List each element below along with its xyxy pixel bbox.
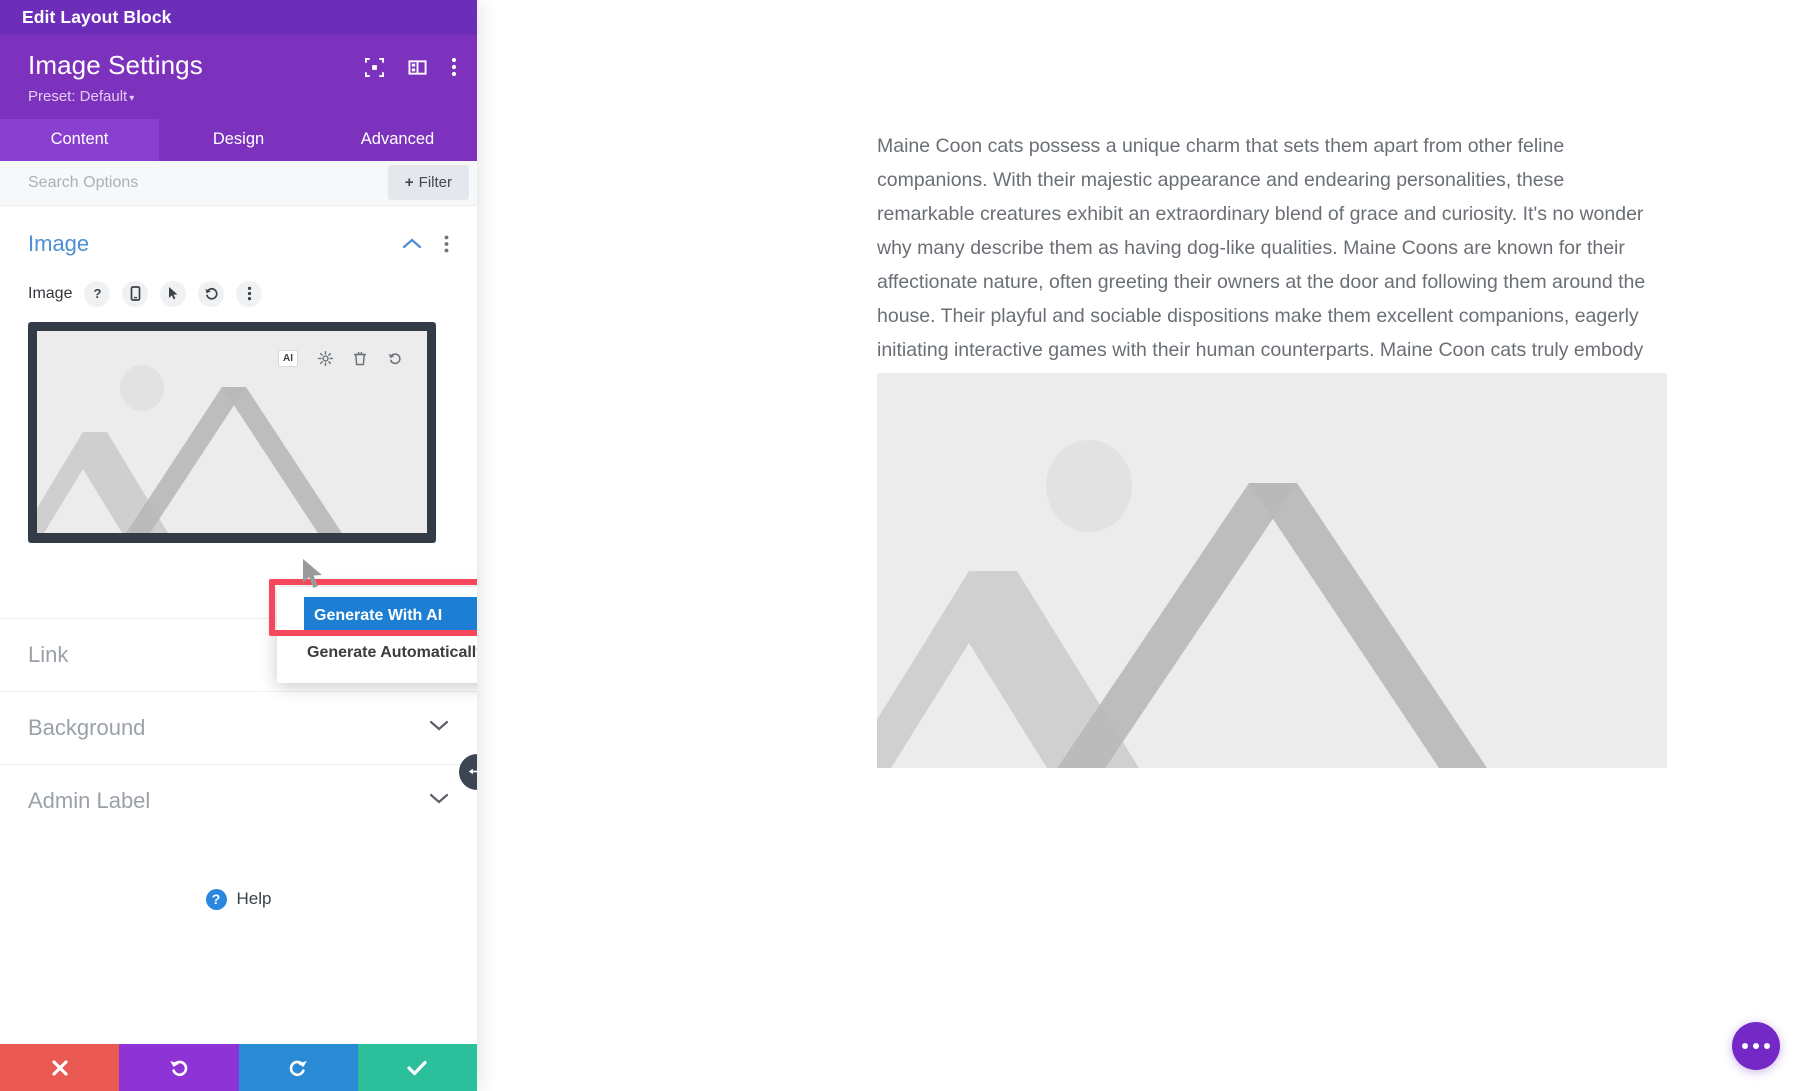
- chevron-down-icon: ▾: [129, 92, 135, 104]
- save-button[interactable]: [357, 1044, 477, 1091]
- panel-layout-icon[interactable]: [408, 58, 427, 77]
- preset-label: Preset: Default: [28, 87, 128, 105]
- settings-gear-icon[interactable]: [318, 350, 333, 366]
- main-placeholder-image[interactable]: [877, 373, 1667, 768]
- reset-icon[interactable]: [198, 280, 225, 307]
- search-input[interactable]: [28, 173, 288, 192]
- redo-icon: [289, 1060, 307, 1076]
- settings-body: Image Image ? AI Generate With AI Genera…: [0, 205, 477, 1044]
- delete-trash-icon[interactable]: [353, 351, 367, 366]
- fab-dot-icon: [1742, 1043, 1748, 1049]
- sidebar-action-bar: [0, 1044, 477, 1091]
- redo-button[interactable]: [238, 1044, 358, 1091]
- help-icon[interactable]: ?: [84, 280, 111, 307]
- help-button[interactable]: ? Help: [0, 888, 477, 910]
- plus-icon: +: [404, 174, 414, 192]
- chevron-down-icon: [429, 719, 449, 737]
- focus-icon[interactable]: [365, 57, 384, 77]
- chevron-down-icon: [429, 792, 449, 810]
- image-preview-thumbnail[interactable]: AI: [28, 321, 436, 543]
- image-section: Image Image ? AI: [0, 206, 477, 543]
- more-vertical-icon[interactable]: [451, 57, 457, 77]
- search-bar: +Filter: [0, 160, 477, 206]
- settings-sidebar: Edit Layout Block Image Settings Preset:…: [0, 0, 477, 1091]
- tab-design[interactable]: Design: [159, 119, 318, 161]
- image-section-title: Image: [28, 230, 90, 256]
- menu-item-generate-with-ai[interactable]: Generate With AI: [304, 596, 477, 635]
- window-title: Edit Layout Block: [22, 7, 172, 27]
- menu-item-generate-automatically[interactable]: Generate Automatically: [277, 634, 477, 671]
- accordion-background-label: Background: [28, 714, 146, 740]
- tab-advanced[interactable]: Advanced: [318, 119, 477, 161]
- help-icon: ?: [205, 888, 227, 910]
- check-icon: [407, 1060, 427, 1075]
- accordion-background[interactable]: Background: [0, 690, 477, 764]
- tab-content[interactable]: Content: [0, 118, 159, 161]
- window-titlebar: Edit Layout Block: [0, 0, 477, 35]
- sidebar-header: Image Settings Preset: Default ▾: [0, 35, 477, 119]
- filter-button[interactable]: + Filter: [387, 165, 469, 201]
- responsive-icon[interactable]: [122, 280, 149, 307]
- fab-dot-icon: [1753, 1043, 1759, 1049]
- hover-cursor-icon[interactable]: [160, 280, 187, 307]
- help-label: Help: [236, 889, 272, 909]
- ai-hover-toolbar: AI: [268, 343, 412, 373]
- ai-badge-label: AI: [278, 349, 298, 367]
- undo-button[interactable]: [119, 1044, 239, 1091]
- settings-tabs: Content Design Advanced: [0, 118, 477, 161]
- panel-title: Image Settings: [28, 50, 203, 80]
- main-content-area: Maine Coon cats possess a unique charm t…: [477, 0, 1800, 1091]
- svg-text:?: ?: [93, 286, 101, 301]
- undo-icon[interactable]: [387, 351, 402, 366]
- section-more-options-icon[interactable]: [444, 235, 449, 253]
- placeholder-graphic-icon: [877, 373, 1667, 768]
- close-icon: [52, 1059, 68, 1076]
- accordion-link-label: Link: [28, 641, 69, 667]
- cancel-button[interactable]: [0, 1044, 120, 1091]
- accordion-admin-label-label: Admin Label: [28, 787, 151, 813]
- image-field-label: Image: [28, 284, 73, 302]
- app-root: Maine Coon cats possess a unique charm t…: [0, 0, 1800, 1091]
- undo-icon: [170, 1060, 188, 1076]
- ai-generate-icon[interactable]: AI: [278, 349, 298, 367]
- preset-selector[interactable]: Preset: Default ▾: [28, 88, 203, 105]
- accordion-admin-label[interactable]: Admin Label: [0, 763, 477, 837]
- chevron-up-icon[interactable]: [402, 237, 422, 250]
- field-more-options-icon[interactable]: [236, 280, 263, 307]
- fab-dot-icon: [1764, 1043, 1770, 1049]
- ai-generate-dropdown: Generate With AI Generate Automatically: [277, 586, 477, 684]
- image-field-label-row: Image ?: [28, 280, 449, 307]
- filter-button-label: Filter: [418, 174, 452, 192]
- floating-more-options-button[interactable]: [1732, 1022, 1780, 1070]
